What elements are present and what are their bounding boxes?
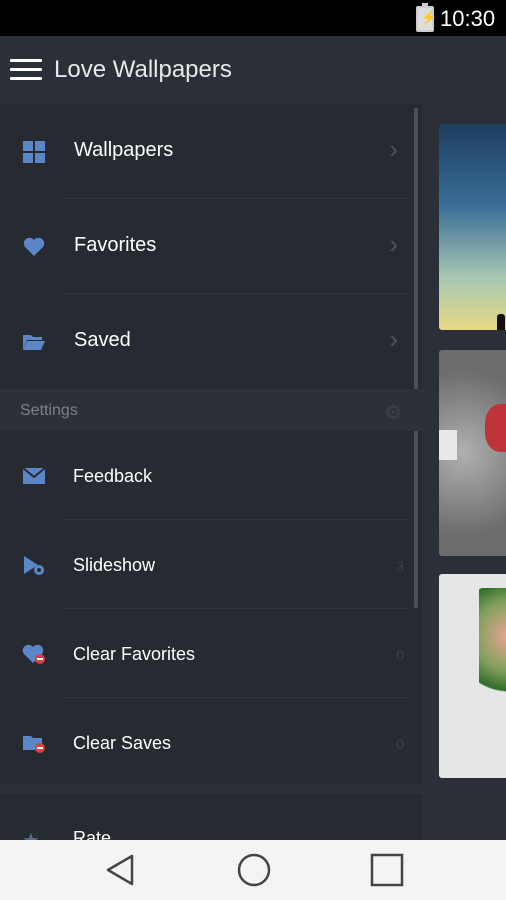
grid-icon (23, 141, 45, 163)
folder-remove-icon (23, 736, 45, 753)
heart-icon (23, 237, 45, 256)
envelope-icon (22, 467, 46, 484)
settings-section-header: Settings ⚙ (0, 389, 422, 431)
status-time: 10:30 (440, 6, 496, 31)
wallpaper-grid (422, 104, 506, 840)
drawer-item-label: Rate (73, 828, 112, 840)
star-icon: ★ (22, 828, 40, 840)
drawer-item-label: Favorites (74, 234, 157, 256)
back-icon[interactable] (102, 852, 138, 888)
item-count: 0 (396, 647, 404, 663)
app-title: Love Wallpapers (54, 56, 232, 83)
settings-item-label: Feedback (73, 466, 153, 486)
chevron-right-icon: › (389, 229, 398, 259)
settings-item-label: Clear Favorites (73, 644, 196, 664)
battery-charging-icon (416, 3, 437, 32)
divider (0, 784, 422, 794)
system-navigation-bar (0, 840, 506, 900)
folder-open-icon (23, 335, 45, 350)
drawer-scrollbar[interactable] (414, 108, 418, 608)
settings-item-feedback[interactable]: Feedback (0, 431, 410, 520)
slideshow-icon (24, 556, 44, 575)
gear-icon: ⚙ (384, 402, 402, 424)
hamburger-menu-icon[interactable] (10, 59, 42, 81)
heart-remove-icon (22, 644, 45, 664)
drawer-item-label: Saved (74, 329, 131, 351)
navigation-drawer: Wallpapers › Favorites › Saved › Setting… (0, 104, 422, 840)
chevron-right-icon: › (389, 134, 398, 164)
status-bar: 10:30 (0, 0, 506, 36)
settings-item-label: Clear Saves (73, 733, 172, 753)
drawer-item-rate[interactable]: ★ Rate (0, 794, 410, 840)
settings-item-clear-saves[interactable]: Clear Saves 0 (0, 698, 410, 787)
item-count: 3 (396, 558, 404, 574)
settings-item-slideshow[interactable]: Slideshow 3 (0, 520, 410, 609)
settings-item-clear-favorites[interactable]: Clear Favorites 0 (0, 609, 410, 698)
drawer-item-favorites[interactable]: Favorites › (0, 199, 410, 294)
recent-apps-icon[interactable] (369, 852, 405, 888)
item-count: 0 (396, 736, 404, 752)
home-icon[interactable] (236, 852, 272, 888)
wallpaper-thumbnail[interactable] (439, 350, 506, 556)
app-bar: Love Wallpapers (0, 36, 506, 104)
drawer-item-saved[interactable]: Saved › (0, 294, 410, 389)
wallpaper-thumbnail[interactable] (439, 574, 506, 778)
section-label: Settings (20, 402, 78, 419)
drawer-item-wallpapers[interactable]: Wallpapers › (0, 104, 410, 199)
chevron-right-icon: › (389, 324, 398, 354)
wallpaper-thumbnail[interactable] (439, 124, 506, 330)
settings-item-label: Slideshow (73, 555, 156, 575)
drawer-item-label: Wallpapers (74, 139, 174, 161)
